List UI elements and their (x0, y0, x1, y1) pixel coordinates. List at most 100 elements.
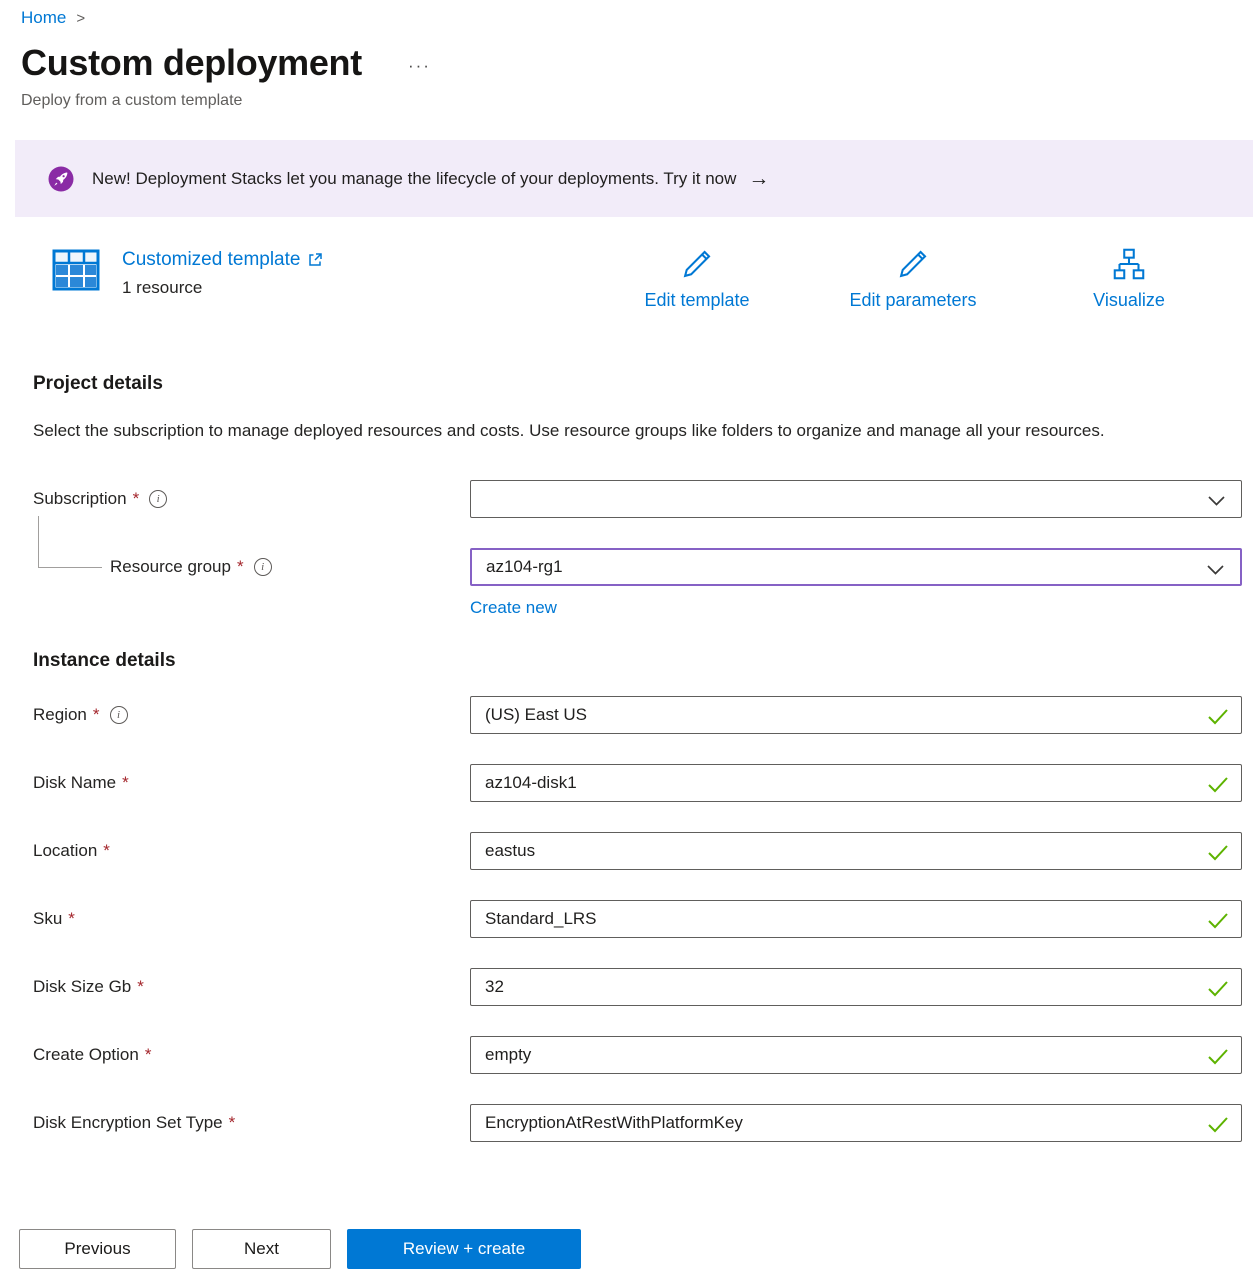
subscription-label-cell: Subscription * i (33, 489, 470, 509)
disk-size-gb-label: Disk Size Gb (33, 977, 131, 997)
valid-check-icon (1207, 912, 1229, 929)
create-option-value: empty (485, 1045, 531, 1065)
subscription-dropdown[interactable] (470, 480, 1242, 518)
region-field-cell: (US) East US (470, 696, 1242, 734)
sku-row: Sku * Standard_LRS (33, 900, 1253, 938)
region-value: (US) East US (485, 705, 587, 725)
location-label: Location (33, 841, 97, 861)
edit-template-label: Edit template (644, 290, 749, 311)
review-create-button[interactable]: Review + create (347, 1229, 581, 1269)
edit-parameters-label: Edit parameters (849, 290, 976, 311)
page-subtitle: Deploy from a custom template (21, 92, 1253, 110)
footer-action-bar: Previous Next Review + create (0, 1212, 1253, 1280)
create-option-field-cell: empty (470, 1036, 1242, 1074)
template-card: Customized template 1 resource (52, 249, 323, 298)
required-marker: * (145, 1045, 152, 1065)
breadcrumb-home-link[interactable]: Home (21, 8, 66, 28)
info-icon[interactable]: i (254, 558, 272, 576)
resource-count: 1 resource (122, 278, 323, 298)
location-label-cell: Location * (33, 841, 470, 861)
subscription-row: Subscription * i (33, 480, 1253, 518)
more-options-button[interactable]: ··· (408, 56, 431, 76)
page-title: Custom deployment (21, 42, 362, 84)
info-icon[interactable]: i (149, 490, 167, 508)
previous-button[interactable]: Previous (19, 1229, 176, 1269)
info-icon[interactable]: i (110, 706, 128, 724)
required-marker: * (103, 841, 110, 861)
location-row: Location * eastus (33, 832, 1253, 870)
chevron-down-icon (1208, 496, 1225, 506)
location-field-cell: eastus (470, 832, 1242, 870)
pencil-icon (678, 245, 716, 283)
resource-group-value: az104-rg1 (486, 557, 563, 577)
template-info: Customized template 1 resource (122, 249, 323, 298)
project-details-heading: Project details (33, 373, 1253, 395)
region-label: Region (33, 705, 87, 725)
create-option-row: Create Option * empty (33, 1036, 1253, 1074)
breadcrumb-chevron-icon: > (76, 10, 85, 27)
required-marker: * (68, 909, 75, 929)
org-chart-icon (1110, 245, 1148, 283)
sku-input[interactable]: Standard_LRS (470, 900, 1242, 938)
sku-value: Standard_LRS (485, 909, 597, 929)
create-option-label: Create Option (33, 1045, 139, 1065)
disk-size-gb-field-cell: 32 (470, 968, 1242, 1006)
required-marker: * (137, 977, 144, 997)
valid-check-icon (1207, 980, 1229, 997)
next-button[interactable]: Next (192, 1229, 331, 1269)
resource-group-dropdown[interactable]: az104-rg1 (470, 548, 1242, 586)
edit-parameters-button[interactable]: Edit parameters (833, 245, 993, 311)
customized-template-label: Customized template (122, 249, 300, 271)
chevron-down-icon (1207, 565, 1224, 575)
subscription-field-cell (470, 480, 1242, 518)
try-it-now-arrow-icon[interactable]: → (748, 167, 769, 191)
edit-template-button[interactable]: Edit template (617, 245, 777, 311)
visualize-label: Visualize (1093, 290, 1165, 311)
required-marker: * (229, 1113, 236, 1133)
custom-deployment-page: Home > Custom deployment ··· Deploy from… (0, 8, 1253, 1280)
disk-name-input[interactable]: az104-disk1 (470, 764, 1242, 802)
sku-field-cell: Standard_LRS (470, 900, 1242, 938)
resource-group-label: Resource group (110, 557, 231, 577)
disk-name-value: az104-disk1 (485, 773, 577, 793)
valid-check-icon (1207, 1048, 1229, 1065)
disk-name-label: Disk Name (33, 773, 116, 793)
sku-label-cell: Sku * (33, 909, 470, 929)
sku-label: Sku (33, 909, 62, 929)
required-marker: * (237, 557, 244, 577)
deployment-stacks-banner[interactable]: New! Deployment Stacks let you manage th… (15, 140, 1253, 217)
disk-encryption-set-type-value: EncryptionAtRestWithPlatformKey (485, 1113, 743, 1133)
region-input[interactable]: (US) East US (470, 696, 1242, 734)
location-input[interactable]: eastus (470, 832, 1242, 870)
template-icon (52, 249, 100, 298)
resource-group-row: Resource group * i az104-rg1 (33, 548, 1253, 586)
disk-name-label-cell: Disk Name * (33, 773, 470, 793)
valid-check-icon (1207, 844, 1229, 861)
title-row: Custom deployment ··· (21, 42, 1253, 84)
disk-size-gb-input[interactable]: 32 (470, 968, 1242, 1006)
breadcrumb: Home > (21, 8, 1253, 28)
instance-details-heading: Instance details (33, 650, 1253, 672)
subscription-label: Subscription (33, 489, 127, 509)
resource-group-field-cell: az104-rg1 (470, 548, 1242, 586)
region-label-cell: Region * i (33, 705, 470, 725)
create-option-input[interactable]: empty (470, 1036, 1242, 1074)
create-new-link[interactable]: Create new (470, 598, 557, 617)
tree-connector (38, 516, 102, 568)
disk-size-gb-value: 32 (485, 977, 504, 997)
disk-encryption-set-type-label-cell: Disk Encryption Set Type * (33, 1113, 470, 1133)
visualize-button[interactable]: Visualize (1049, 245, 1209, 311)
pencil-icon (894, 245, 932, 283)
required-marker: * (122, 773, 129, 793)
create-new-row: Create new (470, 598, 1253, 618)
valid-check-icon (1207, 776, 1229, 793)
disk-encryption-set-type-input[interactable]: EncryptionAtRestWithPlatformKey (470, 1104, 1242, 1142)
disk-name-row: Disk Name * az104-disk1 (33, 764, 1253, 802)
disk-encryption-set-type-label: Disk Encryption Set Type (33, 1113, 223, 1133)
project-details-description: Select the subscription to manage deploy… (33, 415, 1183, 446)
customized-template-link[interactable]: Customized template (122, 249, 323, 271)
template-row: Customized template 1 resource Edit temp… (0, 245, 1253, 341)
required-marker: * (133, 489, 140, 509)
required-marker: * (93, 705, 100, 725)
rocket-icon (48, 166, 74, 192)
